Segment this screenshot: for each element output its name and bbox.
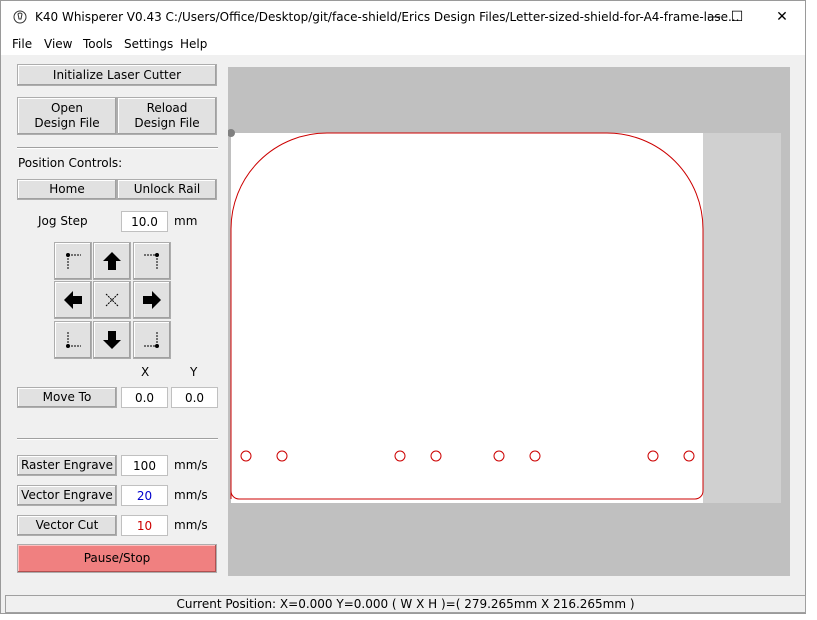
vector-engrave-speed-unit: mm/s xyxy=(174,488,208,502)
maximize-button[interactable]: ☐ xyxy=(714,1,760,33)
design-preview xyxy=(227,129,781,503)
x-label: X xyxy=(141,365,150,379)
jog-left-button[interactable] xyxy=(54,281,92,319)
menu-file[interactable]: File xyxy=(12,37,32,51)
window-title: K40 Whisperer V0.43 C:/Users/Office/Desk… xyxy=(35,10,740,24)
menu-tools[interactable]: Tools xyxy=(83,37,113,51)
arrow-up-icon xyxy=(103,252,121,270)
jog-step-input[interactable]: 10.0 xyxy=(121,211,168,232)
raster-speed-input[interactable]: 100 xyxy=(121,455,168,476)
work-area xyxy=(231,133,703,503)
menu-settings[interactable]: Settings xyxy=(124,37,173,51)
move-x-input[interactable]: 0.0 xyxy=(121,387,168,408)
corner-bottom-left-icon xyxy=(66,332,81,348)
move-y-input[interactable]: 0.0 xyxy=(171,387,218,408)
app-icon xyxy=(13,10,27,24)
menu-view[interactable]: View xyxy=(44,37,72,51)
vector-cut-button[interactable]: Vector Cut xyxy=(17,515,117,536)
corner-top-left-icon xyxy=(66,253,81,269)
jog-bottom-right-button[interactable] xyxy=(133,321,171,359)
separator xyxy=(17,438,218,440)
open-design-button[interactable]: Open Design File xyxy=(17,97,117,135)
design-canvas[interactable] xyxy=(227,67,790,576)
app-window: K40 Whisperer V0.43 C:/Users/Office/Desk… xyxy=(0,0,806,614)
raster-engrave-button[interactable]: Raster Engrave xyxy=(17,455,117,476)
unlock-rail-button[interactable]: Unlock Rail xyxy=(117,179,217,200)
menu-help[interactable]: Help xyxy=(180,37,207,51)
move-to-button[interactable]: Move To xyxy=(17,387,117,408)
crosshair-icon xyxy=(105,293,119,307)
corner-top-right-icon xyxy=(144,253,159,269)
arrow-left-icon xyxy=(64,291,82,309)
raster-speed-unit: mm/s xyxy=(174,458,208,472)
vector-cut-speed-input[interactable]: 10 xyxy=(121,515,168,536)
corner-bottom-right-icon xyxy=(144,332,159,348)
home-button[interactable]: Home xyxy=(17,179,117,200)
jog-step-unit: mm xyxy=(174,214,198,228)
separator xyxy=(17,147,218,149)
jog-bottom-left-button[interactable] xyxy=(54,321,92,359)
status-bar: Current Position: X=0.000 Y=0.000 ( W X … xyxy=(5,595,806,613)
vector-engrave-button[interactable]: Vector Engrave xyxy=(17,485,117,506)
vector-engrave-speed-input[interactable]: 20 xyxy=(121,485,168,506)
y-label: Y xyxy=(190,365,198,379)
pause-stop-button[interactable]: Pause/Stop xyxy=(17,544,217,573)
jog-down-button[interactable] xyxy=(93,321,131,359)
reload-design-button[interactable]: Reload Design File xyxy=(117,97,217,135)
jog-top-left-button[interactable] xyxy=(54,242,92,280)
jog-right-button[interactable] xyxy=(133,281,171,319)
jog-center-button[interactable] xyxy=(93,281,131,319)
jog-top-right-button[interactable] xyxy=(133,242,171,280)
close-button[interactable]: ✕ xyxy=(759,1,805,33)
position-controls-label: Position Controls: xyxy=(18,156,123,170)
menu-bar: File View Tools Settings Help xyxy=(1,33,805,55)
background-window-edge xyxy=(806,0,817,620)
title-bar: K40 Whisperer V0.43 C:/Users/Office/Desk… xyxy=(1,1,805,33)
jog-step-label: Jog Step xyxy=(38,214,88,228)
jog-up-button[interactable] xyxy=(93,242,131,280)
vector-cut-speed-unit: mm/s xyxy=(174,518,208,532)
arrow-right-icon xyxy=(143,291,161,309)
initialize-laser-button[interactable]: Initialize Laser Cutter xyxy=(17,64,217,86)
arrow-down-icon xyxy=(103,331,121,349)
